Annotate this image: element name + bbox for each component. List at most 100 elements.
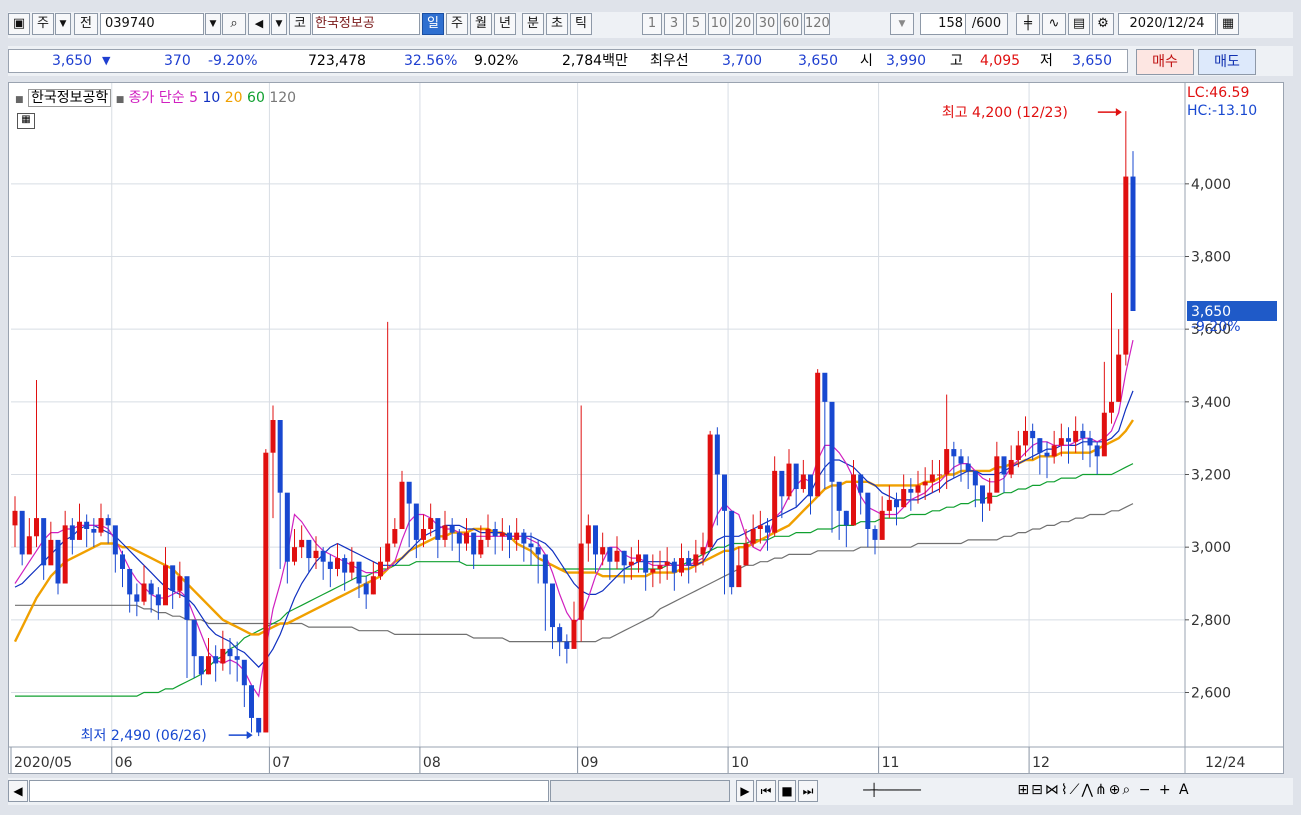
candle-body [55, 539, 61, 584]
candle-body [1037, 438, 1043, 453]
candle-body [765, 525, 770, 533]
candle-body [901, 489, 907, 508]
x-end-label: 12/24 [1205, 755, 1245, 771]
candle-type-icon[interactable]: ╪ [1016, 13, 1040, 35]
candle-body [707, 434, 713, 548]
candle-body [19, 510, 25, 555]
period-tab-5[interactable]: 초 [546, 13, 568, 35]
candle-body [700, 547, 706, 555]
candle-body [657, 565, 663, 569]
interval-button-2[interactable]: 5 [686, 13, 706, 35]
candle-body [872, 529, 878, 540]
high-annotation: 최고 4,200 (12/23) [942, 105, 1068, 121]
legend-stock-name[interactable]: 한국정보공학 [27, 89, 112, 107]
price-chart[interactable]: 2,6002,8003,0003,2003,4003,6003,8004,000… [9, 83, 1283, 773]
candle-body [980, 485, 985, 504]
period-tab-2[interactable]: 월 [470, 13, 492, 35]
candle-body [449, 525, 455, 533]
save-icon[interactable]: ▤ [1068, 13, 1090, 35]
interval-button-4[interactable]: 20 [732, 13, 754, 35]
low-annotation: 최저 2,490 (06/26) [81, 728, 207, 744]
chevron-down-icon[interactable]: ▼ [55, 13, 71, 35]
date-input[interactable]: 2020/12/24 [1118, 13, 1216, 35]
candle-body [363, 583, 369, 595]
volume: 723,478 [308, 53, 366, 69]
period-tab-0[interactable]: 일 [422, 13, 444, 35]
interval-button-0[interactable]: 1 [642, 13, 662, 35]
stock-name-field[interactable]: 한국정보공 [312, 13, 420, 35]
candle-body [593, 525, 598, 555]
candle-body [915, 485, 921, 493]
y-tick-label: 3,400 [1191, 395, 1231, 411]
period-type-button[interactable]: 주 [32, 13, 54, 35]
x-tick-label: 06 [115, 755, 133, 771]
interval-button-3[interactable]: 10 [708, 13, 730, 35]
sound-dropdown-icon[interactable]: ▼ [271, 13, 287, 35]
period-tab-6[interactable]: 틱 [570, 13, 592, 35]
window-menu-icon[interactable]: ▣ [8, 13, 30, 35]
current-change-label: -9.20% [1191, 319, 1241, 335]
candle-body [671, 561, 677, 573]
candle-body [722, 474, 727, 511]
speed-slider[interactable]: ─┼────── [840, 780, 944, 802]
volume-ratio: 32.56% [404, 53, 458, 69]
stock-code-input[interactable]: 039740 [100, 13, 204, 35]
table-view-icon[interactable]: ▦ [17, 113, 35, 129]
chart-panel[interactable]: 2,600 2,800 3,000 3,200 3,400 3,600 3,800 4,000… [8, 82, 1284, 774]
period-tab-3[interactable]: 년 [494, 13, 516, 35]
candle-body [894, 499, 899, 508]
buy-button[interactable]: 매수 [1136, 49, 1194, 75]
prev-button[interactable]: 전 [74, 13, 98, 35]
trend-tool-icon[interactable]: ∿ [1042, 13, 1066, 35]
sell-button[interactable]: 매도 [1198, 49, 1256, 75]
scroll-left-icon[interactable]: ◀ [8, 780, 28, 802]
stop-icon[interactable]: ■ [778, 780, 796, 802]
candle-body [464, 532, 469, 544]
candle-body [485, 529, 491, 540]
candle-body [227, 648, 233, 657]
fast-forward-icon[interactable]: ⏭ [798, 780, 818, 802]
scroll-track[interactable] [29, 780, 549, 802]
period-tab-1[interactable]: 주 [446, 13, 468, 35]
drawing-tools[interactable]: ⊞⊟⋈⌇⟋⋀⋔⊕⌕ − + A [954, 780, 1254, 802]
gear-icon[interactable]: ⚙ [1092, 13, 1114, 35]
candle-body [829, 401, 835, 482]
play-icon[interactable]: ▶ [736, 780, 754, 802]
candle-body [421, 529, 426, 540]
candle-body [929, 474, 935, 482]
candle-body [471, 532, 477, 555]
candle-body [442, 525, 448, 540]
candle-body [822, 372, 828, 402]
speaker-icon[interactable]: ◀ [248, 13, 270, 35]
candle-body [492, 529, 498, 537]
rewind-icon[interactable]: ⏮ [756, 780, 776, 802]
x-tick-label: 2020/05 [14, 755, 72, 771]
interval-button-1[interactable]: 3 [664, 13, 684, 35]
high-arrow-head [1115, 108, 1122, 117]
code-dropdown-icon[interactable]: ▼ [205, 13, 221, 35]
interval-button-6[interactable]: 60 [780, 13, 802, 35]
market-label[interactable]: 코 [289, 13, 311, 35]
scroll-thumb[interactable] [550, 780, 730, 802]
interval-dropdown-icon[interactable]: ▼ [890, 13, 914, 35]
candle-body [972, 470, 978, 486]
candle-body [614, 550, 620, 562]
candle-body [858, 474, 864, 493]
y-tick-label: 3,800 [1191, 250, 1231, 266]
interval-button-7[interactable]: 120 [804, 13, 830, 35]
trade-amount: 2,784백만 [562, 53, 628, 69]
candle-body [636, 554, 641, 562]
candle-body [263, 452, 269, 733]
candle-body [1066, 438, 1071, 442]
candle-body [951, 449, 957, 457]
search-icon[interactable]: ⌕ [222, 13, 246, 35]
candle-body [177, 576, 183, 591]
legend-ma-label[interactable]: 종가 단순 [129, 90, 185, 106]
candle-body [1030, 430, 1036, 439]
period-tab-4[interactable]: 분 [522, 13, 544, 35]
interval-button-5[interactable]: 30 [756, 13, 778, 35]
candle-body [772, 470, 778, 533]
legend-ma-10: 10 [202, 90, 221, 106]
count-input[interactable]: 158 [920, 13, 966, 35]
calendar-icon[interactable]: ▦ [1217, 13, 1239, 35]
